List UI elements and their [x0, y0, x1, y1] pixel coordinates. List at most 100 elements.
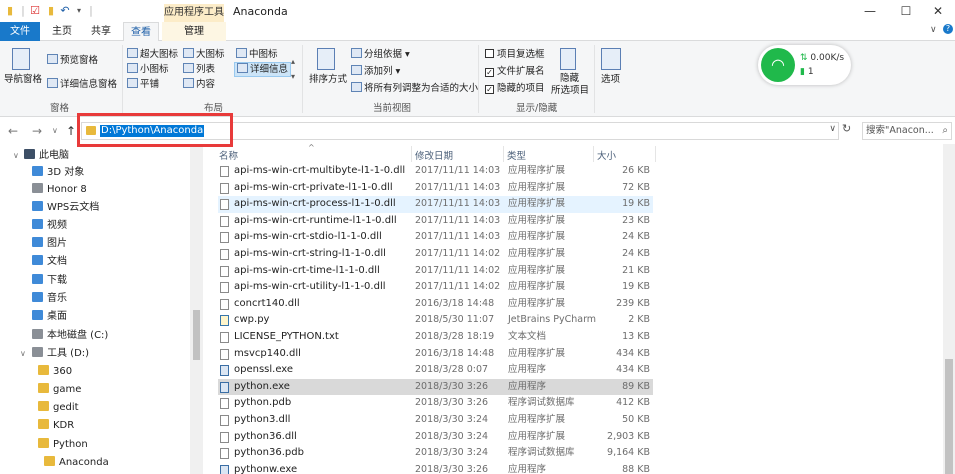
forward-button[interactable]: → [32, 123, 42, 139]
undo-icon[interactable]: ↶ [58, 4, 72, 18]
nav-item[interactable]: 工具 (D:) [32, 345, 89, 363]
expand-arrow-icon[interactable]: ∨ [13, 147, 19, 165]
file-row[interactable]: python.pdb 2018/3/30 3:26 程序调试数据库 412 KB [218, 395, 653, 412]
nav-item[interactable]: Python [38, 436, 88, 454]
address-dropdown-icon[interactable]: ∨ [829, 124, 836, 134]
nav-item[interactable]: WPS云文档 [32, 199, 99, 217]
file-row[interactable]: openssl.exe 2018/3/28 0:07 应用程序 434 KB [218, 362, 653, 379]
close-button[interactable]: ✕ [921, 0, 955, 22]
file-list-scroll-thumb[interactable] [945, 359, 953, 474]
column-separator[interactable] [503, 146, 504, 162]
file-row[interactable]: python.exe 2018/3/30 3:26 应用程序 89 KB [218, 378, 653, 396]
nav-item[interactable]: 3D 对象 [32, 164, 84, 182]
nav-item[interactable]: 下载 [32, 272, 67, 290]
expand-arrow-icon[interactable]: ∨ [20, 345, 26, 363]
layout-medium-icons[interactable]: 中图标 [236, 48, 278, 61]
column-name[interactable]: 名称 [219, 148, 238, 162]
nav-item[interactable]: gedit [38, 399, 79, 417]
hide-selected-line2[interactable]: 所选项目 [551, 84, 589, 97]
wifi-widget[interactable]: ◠ ⇅ 0.00K/s ▮ 1 [758, 45, 851, 85]
nav-item[interactable]: 音乐 [32, 290, 67, 308]
refresh-button[interactable]: ↻ [842, 122, 851, 135]
column-separator[interactable] [593, 146, 594, 162]
options-button[interactable]: 选项 [601, 73, 620, 86]
file-row[interactable]: python36.dll 2018/3/30 3:24 应用程序扩展 2,903 KB [218, 429, 653, 446]
layout-details[interactable]: 详细信息 [234, 62, 292, 77]
column-type[interactable]: 类型 [507, 148, 526, 162]
column-date[interactable]: 修改日期 [415, 148, 453, 162]
layout-content[interactable]: 内容 [183, 78, 215, 91]
file-row[interactable]: concrt140.dll 2016/3/18 14:48 应用程序扩展 239 KB [218, 296, 653, 313]
nav-item[interactable]: 视频 [32, 217, 67, 235]
file-row[interactable]: python3.dll 2018/3/30 3:24 应用程序扩展 50 KB [218, 412, 653, 429]
item-checkboxes-toggle[interactable]: 项目复选框 [485, 48, 545, 61]
tab-view[interactable]: 查看 [123, 22, 159, 42]
tab-share[interactable]: 共享 [82, 22, 120, 41]
add-column-button[interactable]: 添加列 ▾ [351, 65, 400, 78]
maximize-button[interactable]: ☐ [889, 0, 923, 22]
nav-item[interactable]: Anaconda [44, 454, 109, 472]
file-row[interactable]: api-ms-win-crt-runtime-l1-1-0.dll 2017/11… [218, 213, 653, 230]
preview-pane-button[interactable]: 预览窗格 [47, 54, 98, 67]
nav-scroll-thumb[interactable] [193, 310, 200, 360]
help-icon[interactable]: ? [943, 24, 953, 34]
group-by-button[interactable]: 分组依据 ▾ [351, 48, 410, 61]
file-row[interactable]: cwp.py 2018/5/30 11:07 JetBrains PyCharm 2 … [218, 312, 653, 329]
file-row[interactable]: api-ms-win-crt-time-l1-1-0.dll 2017/11/11… [218, 263, 653, 280]
hidden-items-checkbox[interactable]: ✓ [485, 85, 494, 94]
file-row[interactable]: api-ms-win-crt-string-l1-1-0.dll 2017/11/… [218, 246, 653, 263]
tab-file[interactable]: 文件 [0, 22, 40, 41]
layout-large-icons[interactable]: 大图标 [183, 48, 225, 61]
tab-home[interactable]: 主页 [44, 22, 80, 41]
recent-locations-button[interactable]: ∨ [52, 123, 58, 139]
sort-by-button[interactable]: 排序方式 [309, 73, 347, 86]
layout-extra-large-icons[interactable]: 超大图标 [127, 48, 178, 61]
file-row[interactable]: api-ms-win-crt-multibyte-l1-1-0.dll 2017/… [218, 163, 653, 180]
nav-item[interactable]: 图片 [32, 235, 67, 253]
collapse-ribbon-icon[interactable]: ∨ [930, 25, 937, 35]
layout-scroll-up-icon[interactable]: ▴ [291, 55, 295, 68]
pc-icon [24, 149, 35, 159]
layout-tiles[interactable]: 平铺 [127, 78, 159, 91]
fit-columns-button[interactable]: 将所有列调整为合适的大小 [351, 82, 478, 95]
layout-scroll-down-icon[interactable]: ▾ [291, 70, 295, 83]
file-extensions-toggle[interactable]: ✓ 文件扩展名 [485, 65, 545, 78]
details-pane-button[interactable]: 详细信息窗格 [47, 78, 117, 91]
nav-item[interactable]: KDR [38, 417, 74, 435]
new-folder-icon[interactable]: ▮ [44, 4, 58, 18]
hidden-items-toggle[interactable]: ✓ 隐藏的项目 [485, 82, 545, 95]
file-row[interactable]: python36.pdb 2018/3/30 3:24 程序调试数据库 9,164 K… [218, 445, 653, 462]
file-row[interactable]: api-ms-win-crt-private-l1-1-0.dll 2017/11… [218, 180, 653, 197]
nav-item[interactable]: 桌面 [32, 308, 67, 326]
file-row[interactable]: api-ms-win-crt-stdio-l1-1-0.dll 2017/11/1… [218, 229, 653, 246]
file-extensions-checkbox[interactable]: ✓ [485, 68, 494, 77]
file-date: 2018/3/30 3:24 [415, 447, 489, 459]
file-list-scrollbar[interactable] [943, 144, 955, 474]
column-separator[interactable] [655, 146, 656, 162]
up-button[interactable]: ↑ [66, 123, 76, 139]
back-button[interactable]: ← [8, 123, 18, 139]
minimize-button[interactable]: — [853, 0, 887, 22]
file-row[interactable]: msvcp140.dll 2016/3/18 14:48 应用程序扩展 434 KB [218, 346, 653, 363]
music-folder-icon [32, 292, 43, 302]
nav-item[interactable]: 此电脑 [24, 147, 69, 165]
file-row[interactable]: pythonw.exe 2018/3/30 3:26 应用程序 88 KB [218, 462, 653, 474]
properties-icon[interactable]: ☑ [28, 4, 42, 18]
file-row[interactable]: api-ms-win-crt-process-l1-1-0.dll 2017/11… [218, 196, 653, 213]
item-checkboxes-checkbox[interactable] [485, 49, 494, 58]
file-row[interactable]: api-ms-win-crt-utility-l1-1-0.dll 2017/11… [218, 279, 653, 296]
nav-item[interactable]: game [38, 381, 81, 399]
layout-list[interactable]: 列表 [183, 63, 215, 76]
nav-item[interactable]: 文档 [32, 253, 67, 271]
nav-item[interactable]: 本地磁盘 (C:) [32, 327, 108, 345]
layout-small-icons[interactable]: 小图标 [127, 63, 169, 76]
file-row[interactable]: LICENSE_PYTHON.txt 2018/3/28 18:19 文本文档 13 … [218, 329, 653, 346]
search-input[interactable]: 搜索"Anacon... ⌕ [862, 122, 952, 140]
nav-item[interactable]: Honor 8 [32, 181, 87, 199]
nav-pane-button[interactable]: 导航窗格 [4, 73, 42, 86]
tab-manage[interactable]: 管理 [162, 22, 226, 41]
nav-scrollbar[interactable] [190, 144, 203, 474]
column-size[interactable]: 大小 [597, 148, 616, 162]
column-separator[interactable] [411, 146, 412, 162]
nav-item[interactable]: 360 [38, 363, 72, 381]
